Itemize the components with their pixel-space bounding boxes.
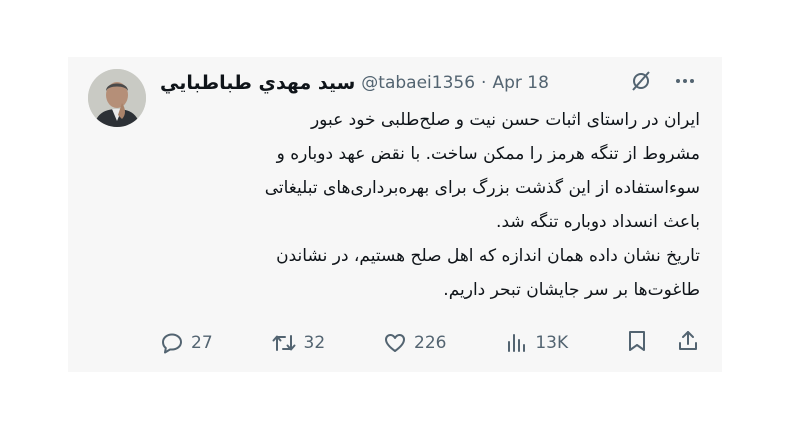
like-button[interactable]: 226 — [383, 331, 446, 355]
avatar[interactable] — [88, 69, 146, 127]
bookmark-icon[interactable] — [626, 329, 648, 357]
heart-icon — [383, 331, 407, 355]
actions-right — [626, 329, 700, 357]
header-icons — [630, 69, 696, 97]
share-icon[interactable] — [676, 329, 700, 357]
avatar-portrait-icon — [88, 69, 146, 127]
repost-icon — [271, 331, 297, 355]
more-icon[interactable] — [674, 70, 696, 96]
reply-icon — [160, 331, 184, 355]
repost-button[interactable]: 32 — [271, 331, 326, 355]
views-icon — [504, 331, 528, 355]
like-count: 226 — [414, 333, 447, 353]
reply-button[interactable]: 27 — [160, 331, 213, 355]
repost-count: 32 — [303, 333, 326, 353]
meta-separator: · — [481, 73, 487, 93]
tweet-actions: 27 32 226 13K — [160, 329, 700, 357]
tweet-card[interactable]: سيد مهدي طباطبايي @tabaei1356 · Apr 18 ا… — [68, 57, 722, 372]
author-handle[interactable]: @tabaei1356 — [361, 73, 475, 93]
tweet-header: سيد مهدي طباطبايي @tabaei1356 · Apr 18 — [160, 69, 549, 97]
views-count: 13K — [535, 333, 569, 353]
reply-count: 27 — [191, 333, 213, 353]
views-button[interactable]: 13K — [504, 331, 568, 355]
tweet-date[interactable]: Apr 18 — [492, 73, 548, 93]
author-name[interactable]: سيد مهدي طباطبايي — [160, 72, 355, 94]
grok-icon[interactable] — [630, 70, 652, 96]
tweet-text: ایران در راستای اثبات حسن نیت و صلح‌طلبی… — [264, 110, 700, 300]
